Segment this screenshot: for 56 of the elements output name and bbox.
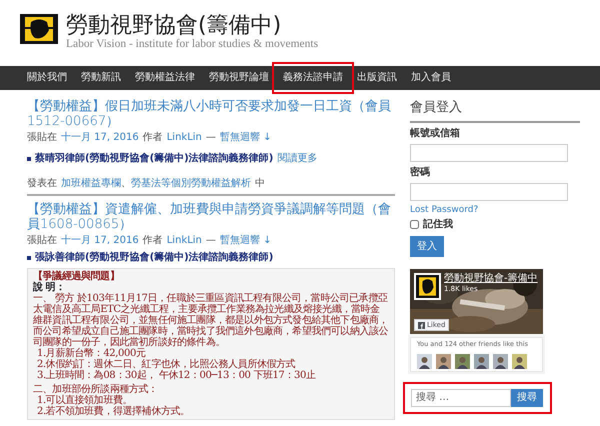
meta-text: —: [206, 235, 216, 247]
lawyer-link[interactable]: 張詠善律師(勞動視野協會(籌備中)法律諮詢義務律師): [35, 250, 274, 265]
comments-link[interactable]: 暫無迴響 ↓: [220, 235, 272, 247]
lost-password-link[interactable]: Lost Password?: [410, 204, 580, 217]
search-button[interactable]: 搜尋: [511, 388, 543, 407]
meta-text: 發表在: [27, 178, 57, 190]
field-label: 帳號或信箱: [410, 126, 461, 140]
meta-text: 中: [255, 178, 265, 190]
checkbox-label: 記住我: [423, 218, 453, 232]
box-item: 1.可以直接領加班費。: [36, 395, 134, 406]
box-section-heading: 二、加班部份所談兩種方式：: [33, 384, 159, 395]
box-heading: 【爭議經過與問題】: [33, 271, 120, 282]
facebook-icon: [418, 322, 425, 328]
search-field[interactable]: 搜尋 …: [411, 388, 511, 407]
page-name-link[interactable]: 勞動視野協會-籌備中: [444, 273, 538, 284]
meta-text: —: [206, 132, 216, 144]
box-item: 2.若不領加班費，得選擇補休方式。: [36, 406, 191, 417]
site-tagline: Labor Vision - institute for labor studies & movements: [66, 38, 318, 51]
widget-title: 會員登入: [410, 98, 580, 122]
bullet-icon: [27, 156, 31, 160]
nav-link[interactable]: 關於我們: [20, 66, 74, 90]
category-link[interactable]: 勞基法等個別勞動權益解析: [131, 178, 251, 190]
lawyer-link[interactable]: 蔡晴羽律師(勞動視野協會(籌備中)法律諮詢義務律師): [35, 151, 274, 166]
post-title[interactable]: 【勞動權益】資遣解僱、加班費與申請勞資爭議調解等問題（會員1608-00865）: [27, 202, 395, 232]
logo-icon[interactable]: [20, 14, 58, 44]
remember-checkbox[interactable]: [410, 220, 419, 229]
bullet-icon: [27, 256, 31, 260]
field-label: 密碼: [410, 166, 431, 180]
read-more-link[interactable]: 閱讀更多: [277, 151, 318, 166]
box-item: 3.上班時間：為08：30起， 午休12：00─13：00 下班17：30止: [36, 370, 317, 381]
category-link[interactable]: 加班權益專欄: [61, 178, 121, 190]
nav-link[interactable]: 勞動權益法律: [128, 66, 202, 90]
site-title[interactable]: 勞動視野協會(籌備中): [66, 14, 318, 38]
date-link[interactable]: 十一月 17, 2016: [61, 235, 139, 247]
meta-text: 張貼在: [27, 235, 57, 247]
comments-link[interactable]: 暫無迴響 ↓: [220, 132, 272, 144]
logo-icon[interactable]: [416, 275, 439, 298]
separator-text: 、: [121, 178, 131, 190]
post-title[interactable]: 【勞動權益】假日加班未滿八小時可否要求加發一日工資（會員1512-00667）: [27, 99, 395, 129]
meta-text: 作者: [142, 235, 163, 247]
meta-text: 張貼在: [27, 132, 57, 144]
login-button[interactable]: 登入: [410, 236, 444, 257]
password-field[interactable]: [410, 182, 568, 200]
username-field[interactable]: [410, 144, 568, 162]
nav-link[interactable]: 勞動視野論壇: [202, 66, 276, 90]
nav-link[interactable]: 勞動新訊: [74, 66, 128, 90]
author-link[interactable]: LinkLin: [166, 132, 202, 144]
box-label: 說 明：: [33, 282, 65, 293]
date-link[interactable]: 十一月 17, 2016: [61, 132, 139, 144]
author-link[interactable]: LinkLin: [166, 235, 202, 247]
box-item: 1.月薪新台幣：42,000元: [36, 348, 147, 359]
box-item: 2.休假約訂：週休二日、紅字也休，比照公務人員所休假方式: [36, 359, 296, 370]
meta-text: 作者: [142, 132, 163, 144]
nav-link[interactable]: 出版資訊: [350, 66, 404, 90]
nav-link[interactable]: 加入會員: [404, 66, 458, 90]
box-paragraph: 一、 勞方 於103年11月17日，任職於三重區資訊工程有限公司，當時公司已承攬亞太電信及高工局ETC之光纖工程，主要承攬工作業務為拉光纖及熔接光纖，當時金維群資訊工程有限公司，並無任何施工團隊，都是以外包方式發包給其他下包廠商，而公司希望成立自己施工團隊時，當時找了我們這外包廠商，希望我們可以納入該公司團隊的一份子，因此當初所談好的條件為。: [33, 293, 389, 348]
